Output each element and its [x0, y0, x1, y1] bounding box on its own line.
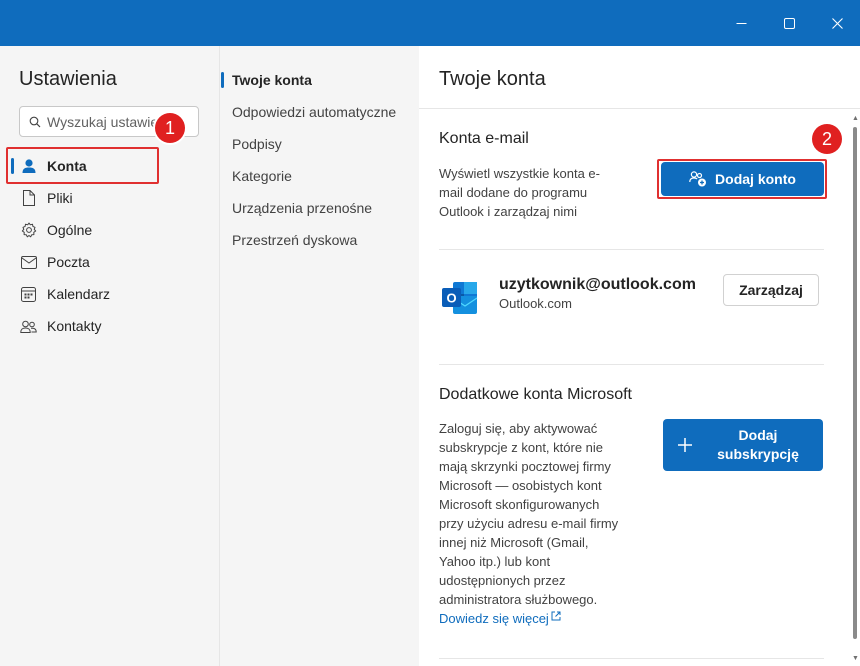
microsoft-accounts-heading: Dodatkowe konta Microsoft [439, 386, 632, 403]
email-accounts-heading: Konta e-mail [439, 130, 529, 147]
sidebar-item-label: Ogólne [47, 222, 93, 238]
scroll-thumb[interactable] [853, 127, 857, 639]
email-accounts-description: Wyświetl wszystkie konta e- mail dodane … [439, 166, 600, 219]
subnav-item-przestrzen-dyskowa[interactable]: Przestrzeń dyskowa [220, 225, 420, 255]
close-icon [831, 17, 843, 29]
subnav-item-kategorie[interactable]: Kategorie [220, 161, 420, 191]
learn-more-link[interactable]: Dowiedz się więcej [439, 611, 561, 626]
sidebar-item-konta[interactable]: Konta [8, 150, 212, 182]
gear-icon [20, 222, 37, 239]
svg-text:O: O [446, 291, 456, 306]
maximize-icon [783, 17, 795, 29]
sidebar-item-ogolne[interactable]: Ogólne [8, 214, 212, 246]
file-icon [20, 190, 37, 207]
scroll-up-icon[interactable]: ▲ [852, 115, 859, 122]
sidebar-item-label: Kalendarz [47, 286, 111, 302]
sidebar-item-label: Poczta [47, 254, 90, 270]
settings-sidebar: Ustawienia Konta Pliki Ogólne Poczta Kal… [0, 46, 219, 666]
close-button[interactable] [814, 0, 860, 46]
callout-2: 2 [812, 124, 842, 154]
plus-icon [678, 438, 692, 452]
person-icon [20, 158, 37, 175]
accounts-subnav: Twoje konta Odpowiedzi automatyczne Podp… [219, 46, 419, 666]
subnav-item-twoje-konta[interactable]: Twoje konta [220, 65, 420, 95]
minimize-icon [736, 22, 746, 24]
sidebar-item-label: Pliki [47, 190, 73, 206]
search-icon [29, 116, 41, 127]
calendar-icon [20, 286, 37, 303]
subnav-item-odpowiedzi-automatyczne[interactable]: Odpowiedzi automatyczne [220, 97, 420, 127]
sidebar-item-pliki[interactable]: Pliki [8, 182, 212, 214]
accounts-panel: Twoje konta Konta e-mail Wyświetl wszyst… [419, 46, 860, 666]
mail-icon [20, 254, 37, 271]
account-email: uzytkownik@outlook.com [499, 276, 696, 293]
outlook-logo-icon: O [442, 282, 478, 314]
sidebar-item-poczta[interactable]: Poczta [8, 246, 212, 278]
add-account-button[interactable]: Dodaj konto [661, 162, 824, 196]
divider [419, 108, 860, 109]
account-type: Outlook.com [499, 296, 572, 311]
minimize-button[interactable] [718, 0, 764, 46]
maximize-button[interactable] [766, 0, 812, 46]
add-subscription-label: Dodaj subskrypcję [717, 427, 799, 462]
external-link-icon [551, 611, 561, 621]
divider [439, 658, 824, 659]
manage-account-button[interactable]: Zarządzaj [723, 274, 819, 306]
add-account-label: Dodaj konto [715, 171, 796, 187]
subnav-item-podpisy[interactable]: Podpisy [220, 129, 420, 159]
add-subscription-button[interactable]: Dodaj subskrypcję [663, 419, 823, 471]
title-bar [0, 0, 860, 46]
settings-title: Ustawienia [19, 68, 117, 90]
subnav-item-urzadzenia-przenosne[interactable]: Urządzenia przenośne [220, 193, 420, 223]
sidebar-item-label: Kontakty [47, 318, 102, 334]
sidebar-item-kalendarz[interactable]: Kalendarz [8, 278, 212, 310]
people-icon [20, 318, 37, 335]
sidebar-item-label: Konta [47, 158, 87, 174]
add-person-icon [689, 171, 707, 187]
panel-title: Twoje konta [439, 68, 546, 90]
divider [439, 364, 824, 365]
scrollbar[interactable]: ▲ ▼ [851, 111, 860, 666]
callout-1: 1 [155, 113, 185, 143]
divider [439, 249, 824, 250]
scroll-down-icon[interactable]: ▼ [852, 655, 859, 662]
microsoft-accounts-description: Zaloguj się, aby aktywować subskrypcje z… [439, 421, 619, 626]
sidebar-item-kontakty[interactable]: Kontakty [8, 310, 212, 342]
